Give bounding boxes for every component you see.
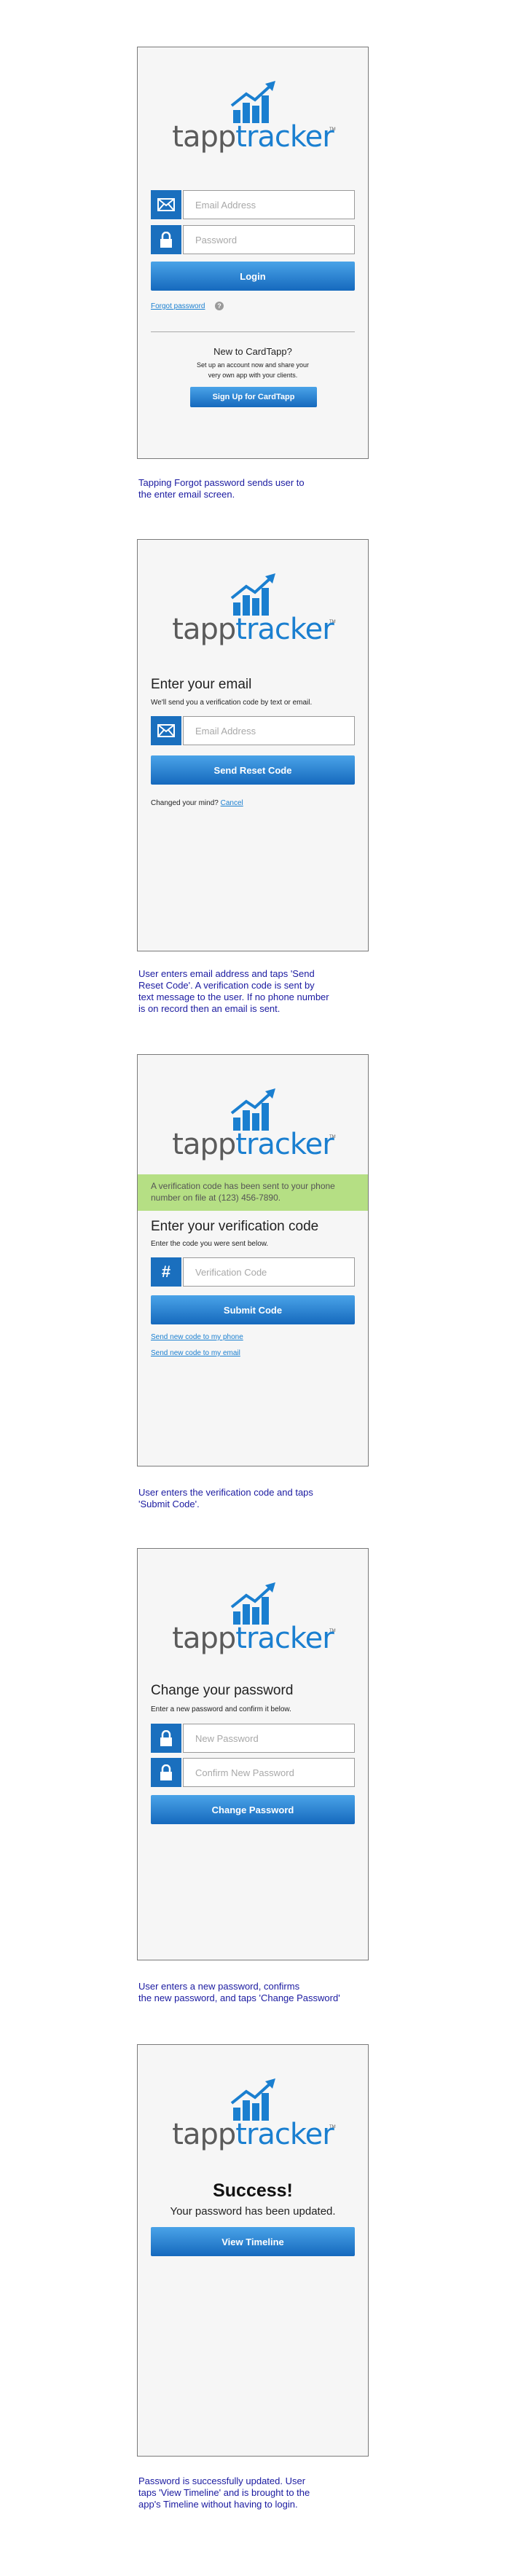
signup-button[interactable]: Sign Up for CardTapp bbox=[190, 387, 317, 407]
caption-5: Password is successfully updated. User t… bbox=[138, 2475, 310, 2510]
page-subtitle: We'll send you a verification code by te… bbox=[151, 699, 313, 707]
growth-chart-icon bbox=[230, 2078, 275, 2121]
change-password-button[interactable]: Change Password bbox=[151, 1795, 355, 1824]
confirm-password-field[interactable]: Confirm New Password bbox=[151, 1758, 355, 1787]
caption-1: Tapping Forgot password sends user to th… bbox=[138, 477, 305, 500]
password-input[interactable]: Password bbox=[183, 225, 355, 254]
login-screen: tapptracker TM Email Address Password Lo… bbox=[137, 47, 369, 459]
trademark: TM bbox=[329, 1629, 336, 1633]
caption-2: User enters email address and taps 'Send… bbox=[138, 968, 329, 1014]
email-input[interactable]: Email Address bbox=[183, 190, 355, 219]
tapptracker-logo: tapptracker TM bbox=[138, 1582, 368, 1662]
changed-mind-text: Changed your mind? bbox=[151, 799, 219, 807]
trademark: TM bbox=[329, 2125, 336, 2129]
trademark: TM bbox=[329, 127, 336, 132]
changed-mind-row: Changed your mind? Cancel bbox=[151, 799, 243, 807]
submit-code-button[interactable]: Submit Code bbox=[151, 1295, 355, 1324]
success-title: Success! bbox=[213, 2180, 293, 2201]
new-account-desc-2: very own app with your clients. bbox=[208, 372, 298, 379]
help-icon[interactable]: ? bbox=[215, 302, 224, 310]
success-message: Your password has been updated. bbox=[170, 2205, 336, 2218]
brand-wordmark: tapptracker bbox=[172, 1128, 334, 1161]
caption-4: User enters a new password, confirms the… bbox=[138, 1981, 340, 2003]
page-subtitle: Enter a new password and confirm it belo… bbox=[151, 1705, 291, 1713]
verification-sent-banner: A verification code has been sent to you… bbox=[138, 1174, 368, 1211]
page-title: Change your password bbox=[151, 1683, 294, 1698]
login-button[interactable]: Login bbox=[151, 262, 355, 291]
growth-chart-icon bbox=[230, 573, 275, 616]
envelope-icon bbox=[151, 716, 181, 745]
new-account-title: New to CardTapp? bbox=[213, 346, 292, 357]
growth-chart-icon bbox=[230, 81, 275, 123]
tapptracker-logo: tapptracker TM bbox=[138, 81, 368, 161]
verification-code-input[interactable]: Verification Code bbox=[183, 1257, 355, 1287]
enter-email-screen: tapptracker TM Enter your email We'll se… bbox=[137, 539, 369, 951]
lock-icon bbox=[151, 1758, 181, 1787]
resend-phone-link[interactable]: Send new code to my phone bbox=[151, 1333, 243, 1341]
trademark: TM bbox=[329, 620, 336, 624]
brand-wordmark: tapptracker bbox=[172, 1622, 334, 1655]
lock-icon bbox=[151, 1724, 181, 1753]
email-field[interactable]: Email Address bbox=[151, 190, 355, 219]
page-title: Enter your verification code bbox=[151, 1219, 319, 1234]
brand-wordmark: tapptracker bbox=[172, 2118, 334, 2151]
verification-code-screen: tapptracker TM A verification code has b… bbox=[137, 1054, 369, 1466]
new-account-desc-1: Set up an account now and share your bbox=[196, 361, 310, 369]
resend-email-link[interactable]: Send new code to my email bbox=[151, 1349, 240, 1357]
caption-3: User enters the verification code and ta… bbox=[138, 1487, 313, 1509]
send-reset-code-button[interactable]: Send Reset Code bbox=[151, 755, 355, 785]
trademark: TM bbox=[329, 1135, 336, 1139]
tapptracker-logo: tapptracker TM bbox=[138, 573, 368, 653]
change-password-screen: tapptracker TM Change your password Ente… bbox=[137, 1548, 369, 1960]
divider bbox=[151, 331, 355, 332]
email-field[interactable]: Email Address bbox=[151, 716, 355, 745]
new-password-field[interactable]: New Password bbox=[151, 1724, 355, 1753]
forgot-password-link[interactable]: Forgot password bbox=[151, 302, 205, 310]
envelope-icon bbox=[151, 190, 181, 219]
tapptracker-logo: tapptracker TM bbox=[138, 1088, 368, 1169]
growth-chart-icon bbox=[230, 1088, 275, 1131]
brand-wordmark: tapptracker bbox=[172, 613, 334, 646]
hash-icon: # bbox=[151, 1257, 181, 1287]
lock-icon bbox=[151, 225, 181, 254]
page-subtitle: Enter the code you were sent below. bbox=[151, 1240, 269, 1248]
brand-wordmark: tapptracker bbox=[172, 120, 334, 154]
confirm-password-input[interactable]: Confirm New Password bbox=[183, 1758, 355, 1787]
tapptracker-logo: tapptracker TM bbox=[138, 2078, 368, 2159]
view-timeline-button[interactable]: View Timeline bbox=[151, 2227, 355, 2256]
verification-code-field[interactable]: # Verification Code bbox=[151, 1257, 355, 1287]
growth-chart-icon bbox=[230, 1582, 275, 1625]
password-field[interactable]: Password bbox=[151, 225, 355, 254]
page-title: Enter your email bbox=[151, 677, 252, 692]
success-screen: tapptracker TM Success! Your password ha… bbox=[137, 2044, 369, 2457]
new-password-input[interactable]: New Password bbox=[183, 1724, 355, 1753]
email-input[interactable]: Email Address bbox=[183, 716, 355, 745]
cancel-link[interactable]: Cancel bbox=[221, 799, 243, 807]
